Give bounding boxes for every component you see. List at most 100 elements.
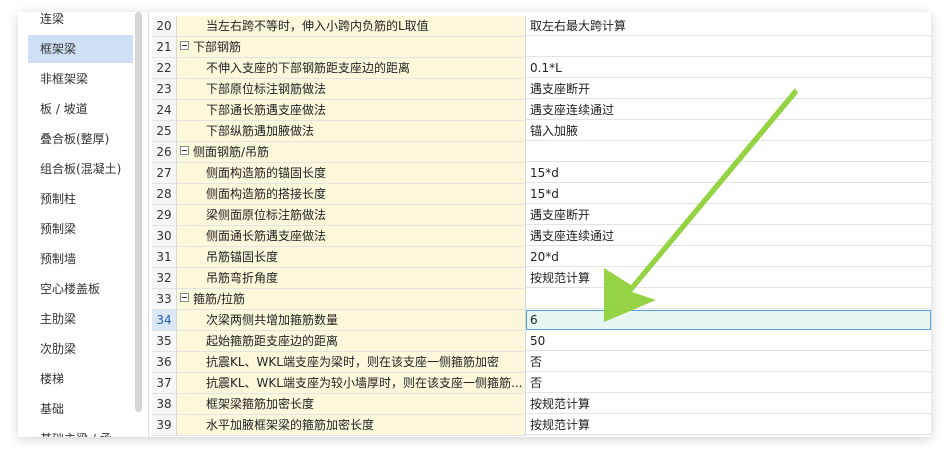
property-value[interactable]: [526, 37, 931, 57]
table-row[interactable]: 32 吊筋弯折角度 按规范计算: [152, 268, 931, 289]
sidebar-item[interactable]: 楼梯: [28, 365, 133, 393]
property-label: 不伸入支座的下部钢筋距支座边的距离: [206, 61, 411, 75]
property-name: 下部原位标注钢筋做法: [177, 79, 526, 100]
component-sidebar: 连梁 框架梁 非框架梁板 / 坡道 叠合板(整厚) 组合板(混凝土) 预制柱 预制梁 预制墙空…: [18, 12, 149, 437]
table-row[interactable]: 37 抗震KL、WKL端支座为较小墙厚时，则在该支座一侧箍筋... 否: [152, 373, 931, 394]
table-row[interactable]: 30 侧面通长筋遇支座做法 遇支座连续通过: [152, 226, 931, 247]
property-value[interactable]: 锚入加腋: [526, 121, 931, 141]
sidebar-scrollbar[interactable]: [135, 12, 142, 412]
sidebar-item[interactable]: 框架梁: [28, 35, 133, 63]
sidebar-item[interactable]: 预制柱: [28, 185, 133, 213]
row-number: 25: [152, 121, 177, 142]
property-label: 吊筋弯折角度: [206, 271, 279, 285]
table-row[interactable]: 29 梁侧面原位标注筋做法 遇支座断开: [152, 205, 931, 226]
property-value[interactable]: [526, 142, 931, 162]
row-number: 32: [152, 268, 177, 289]
sidebar-item[interactable]: 基础主梁 / 承...: [28, 425, 133, 437]
property-name: 侧面通长筋遇支座做法: [177, 226, 526, 247]
active-value-cell[interactable]: 6: [526, 310, 931, 330]
row-number: 20: [152, 16, 177, 37]
property-value[interactable]: 遇支座连续通过: [526, 226, 931, 246]
property-label: 梁侧面原位标注筋做法: [206, 208, 327, 222]
property-name: 侧面构造筋的搭接长度: [177, 184, 526, 205]
settings-window: 连梁 框架梁 非框架梁板 / 坡道 叠合板(整厚) 组合板(混凝土) 预制柱 预制梁 预制墙空…: [18, 12, 931, 437]
row-number: 22: [152, 58, 177, 79]
property-label: 吊筋锚固长度: [206, 250, 279, 264]
property-label: 侧面通长筋遇支座做法: [206, 229, 327, 243]
property-value[interactable]: 否: [526, 373, 931, 393]
table-row[interactable]: 27 侧面构造筋的锚固长度 15*d: [152, 163, 931, 184]
property-label: 抗震KL、WKL端支座为梁时，则在该支座一侧箍筋加密: [206, 355, 499, 369]
property-name: 水平加腋框架梁的箍筋加密长度: [177, 415, 526, 436]
sidebar-item[interactable]: 主肋梁: [28, 305, 133, 333]
table-row[interactable]: 34 次梁两侧共增加箍筋数量 6: [152, 310, 931, 331]
property-name: 当左右跨不等时，伸入小跨内负筋的L取值: [177, 16, 526, 37]
sidebar-item[interactable]: 非框架梁: [28, 65, 133, 93]
property-name: 不伸入支座的下部钢筋距支座边的距离: [177, 58, 526, 79]
property-label: 侧面构造筋的搭接长度: [206, 187, 327, 201]
property-value[interactable]: 取左右最大跨计算: [526, 16, 931, 36]
table-row[interactable]: 24 下部通长筋遇支座做法 遇支座连续通过: [152, 100, 931, 121]
collapse-toggle-icon[interactable]: [180, 146, 189, 155]
property-name: 框架梁箍筋加密长度: [177, 394, 526, 415]
property-name: 抗震KL、WKL端支座为梁时，则在该支座一侧箍筋加密: [177, 352, 526, 373]
property-value[interactable]: 按规范计算: [526, 394, 931, 414]
property-value[interactable]: 20*d: [526, 247, 931, 267]
group-row[interactable]: 26 侧面钢筋/吊筋: [152, 142, 931, 163]
row-number: 28: [152, 184, 177, 205]
property-label: 当左右跨不等时，伸入小跨内负筋的L取值: [206, 19, 429, 33]
property-name: 次梁两侧共增加箍筋数量: [177, 310, 526, 331]
table-row[interactable]: 39 水平加腋框架梁的箍筋加密长度 按规范计算: [152, 415, 931, 436]
property-value[interactable]: 15*d: [526, 184, 931, 204]
property-label: 次梁两侧共增加箍筋数量: [206, 313, 339, 327]
table-row[interactable]: 28 侧面构造筋的搭接长度 15*d: [152, 184, 931, 205]
sidebar-item[interactable]: 板 / 坡道: [28, 95, 133, 123]
collapse-toggle-icon[interactable]: [180, 41, 189, 50]
property-value[interactable]: 遇支座断开: [526, 79, 931, 99]
property-value[interactable]: 否: [526, 352, 931, 372]
property-value[interactable]: 遇支座连续通过: [526, 100, 931, 120]
property-value[interactable]: 15*d: [526, 163, 931, 183]
sidebar-item[interactable]: 连梁: [28, 12, 133, 33]
collapse-toggle-icon[interactable]: [180, 293, 189, 302]
sidebar-item[interactable]: 空心楼盖板: [28, 275, 133, 303]
table-row[interactable]: 38 框架梁箍筋加密长度 按规范计算: [152, 394, 931, 415]
property-value[interactable]: [526, 289, 931, 309]
table-row[interactable]: 36 抗震KL、WKL端支座为梁时，则在该支座一侧箍筋加密 否: [152, 352, 931, 373]
property-label: 下部原位标注钢筋做法: [206, 82, 327, 96]
sidebar-item[interactable]: 预制梁: [28, 215, 133, 243]
row-number: 36: [152, 352, 177, 373]
property-value[interactable]: 遇支座断开: [526, 205, 931, 225]
table-row[interactable]: 23 下部原位标注钢筋做法 遇支座断开: [152, 79, 931, 100]
property-value[interactable]: 按规范计算: [526, 415, 931, 435]
property-label: 下部通长筋遇支座做法: [206, 103, 327, 117]
table-row[interactable]: 31 吊筋锚固长度 20*d: [152, 247, 931, 268]
property-value[interactable]: 50: [526, 331, 931, 351]
table-row[interactable]: 25 下部纵筋遇加腋做法 锚入加腋: [152, 121, 931, 142]
property-label: 下部纵筋遇加腋做法: [206, 124, 315, 138]
table-row[interactable]: 20 当左右跨不等时，伸入小跨内负筋的L取值 取左右最大跨计算: [152, 16, 931, 37]
property-name: 侧面钢筋/吊筋: [177, 142, 526, 163]
sidebar-item[interactable]: 叠合板(整厚): [28, 125, 133, 153]
property-name: 吊筋弯折角度: [177, 268, 526, 289]
property-label: 侧面构造筋的锚固长度: [206, 166, 327, 180]
sidebar-item[interactable]: 组合板(混凝土): [28, 155, 133, 183]
property-name: 抗震KL、WKL端支座为较小墙厚时，则在该支座一侧箍筋...: [177, 373, 526, 394]
sidebar-item[interactable]: 次肋梁: [28, 335, 133, 363]
row-number: 34: [152, 310, 177, 331]
table-row[interactable]: 22 不伸入支座的下部钢筋距支座边的距离 0.1*L: [152, 58, 931, 79]
sidebar-item[interactable]: 预制墙: [28, 245, 133, 273]
property-name: 下部钢筋: [177, 37, 526, 58]
property-label: 侧面钢筋/吊筋: [193, 145, 270, 159]
group-row[interactable]: 21 下部钢筋: [152, 37, 931, 58]
sidebar-item[interactable]: 基础: [28, 395, 133, 423]
group-row[interactable]: 33 箍筋/拉筋: [152, 289, 931, 310]
row-number: 26: [152, 142, 177, 163]
property-value[interactable]: 0.1*L: [526, 58, 931, 78]
settings-grid: 20 当左右跨不等时，伸入小跨内负筋的L取值 取左右最大跨计算 21 下部钢筋 22 不伸入…: [152, 16, 931, 437]
property-value[interactable]: 按规范计算: [526, 268, 931, 288]
row-number: 31: [152, 247, 177, 268]
property-name: 侧面构造筋的锚固长度: [177, 163, 526, 184]
table-row[interactable]: 35 起始箍筋距支座边的距离 50: [152, 331, 931, 352]
row-number: 23: [152, 79, 177, 100]
